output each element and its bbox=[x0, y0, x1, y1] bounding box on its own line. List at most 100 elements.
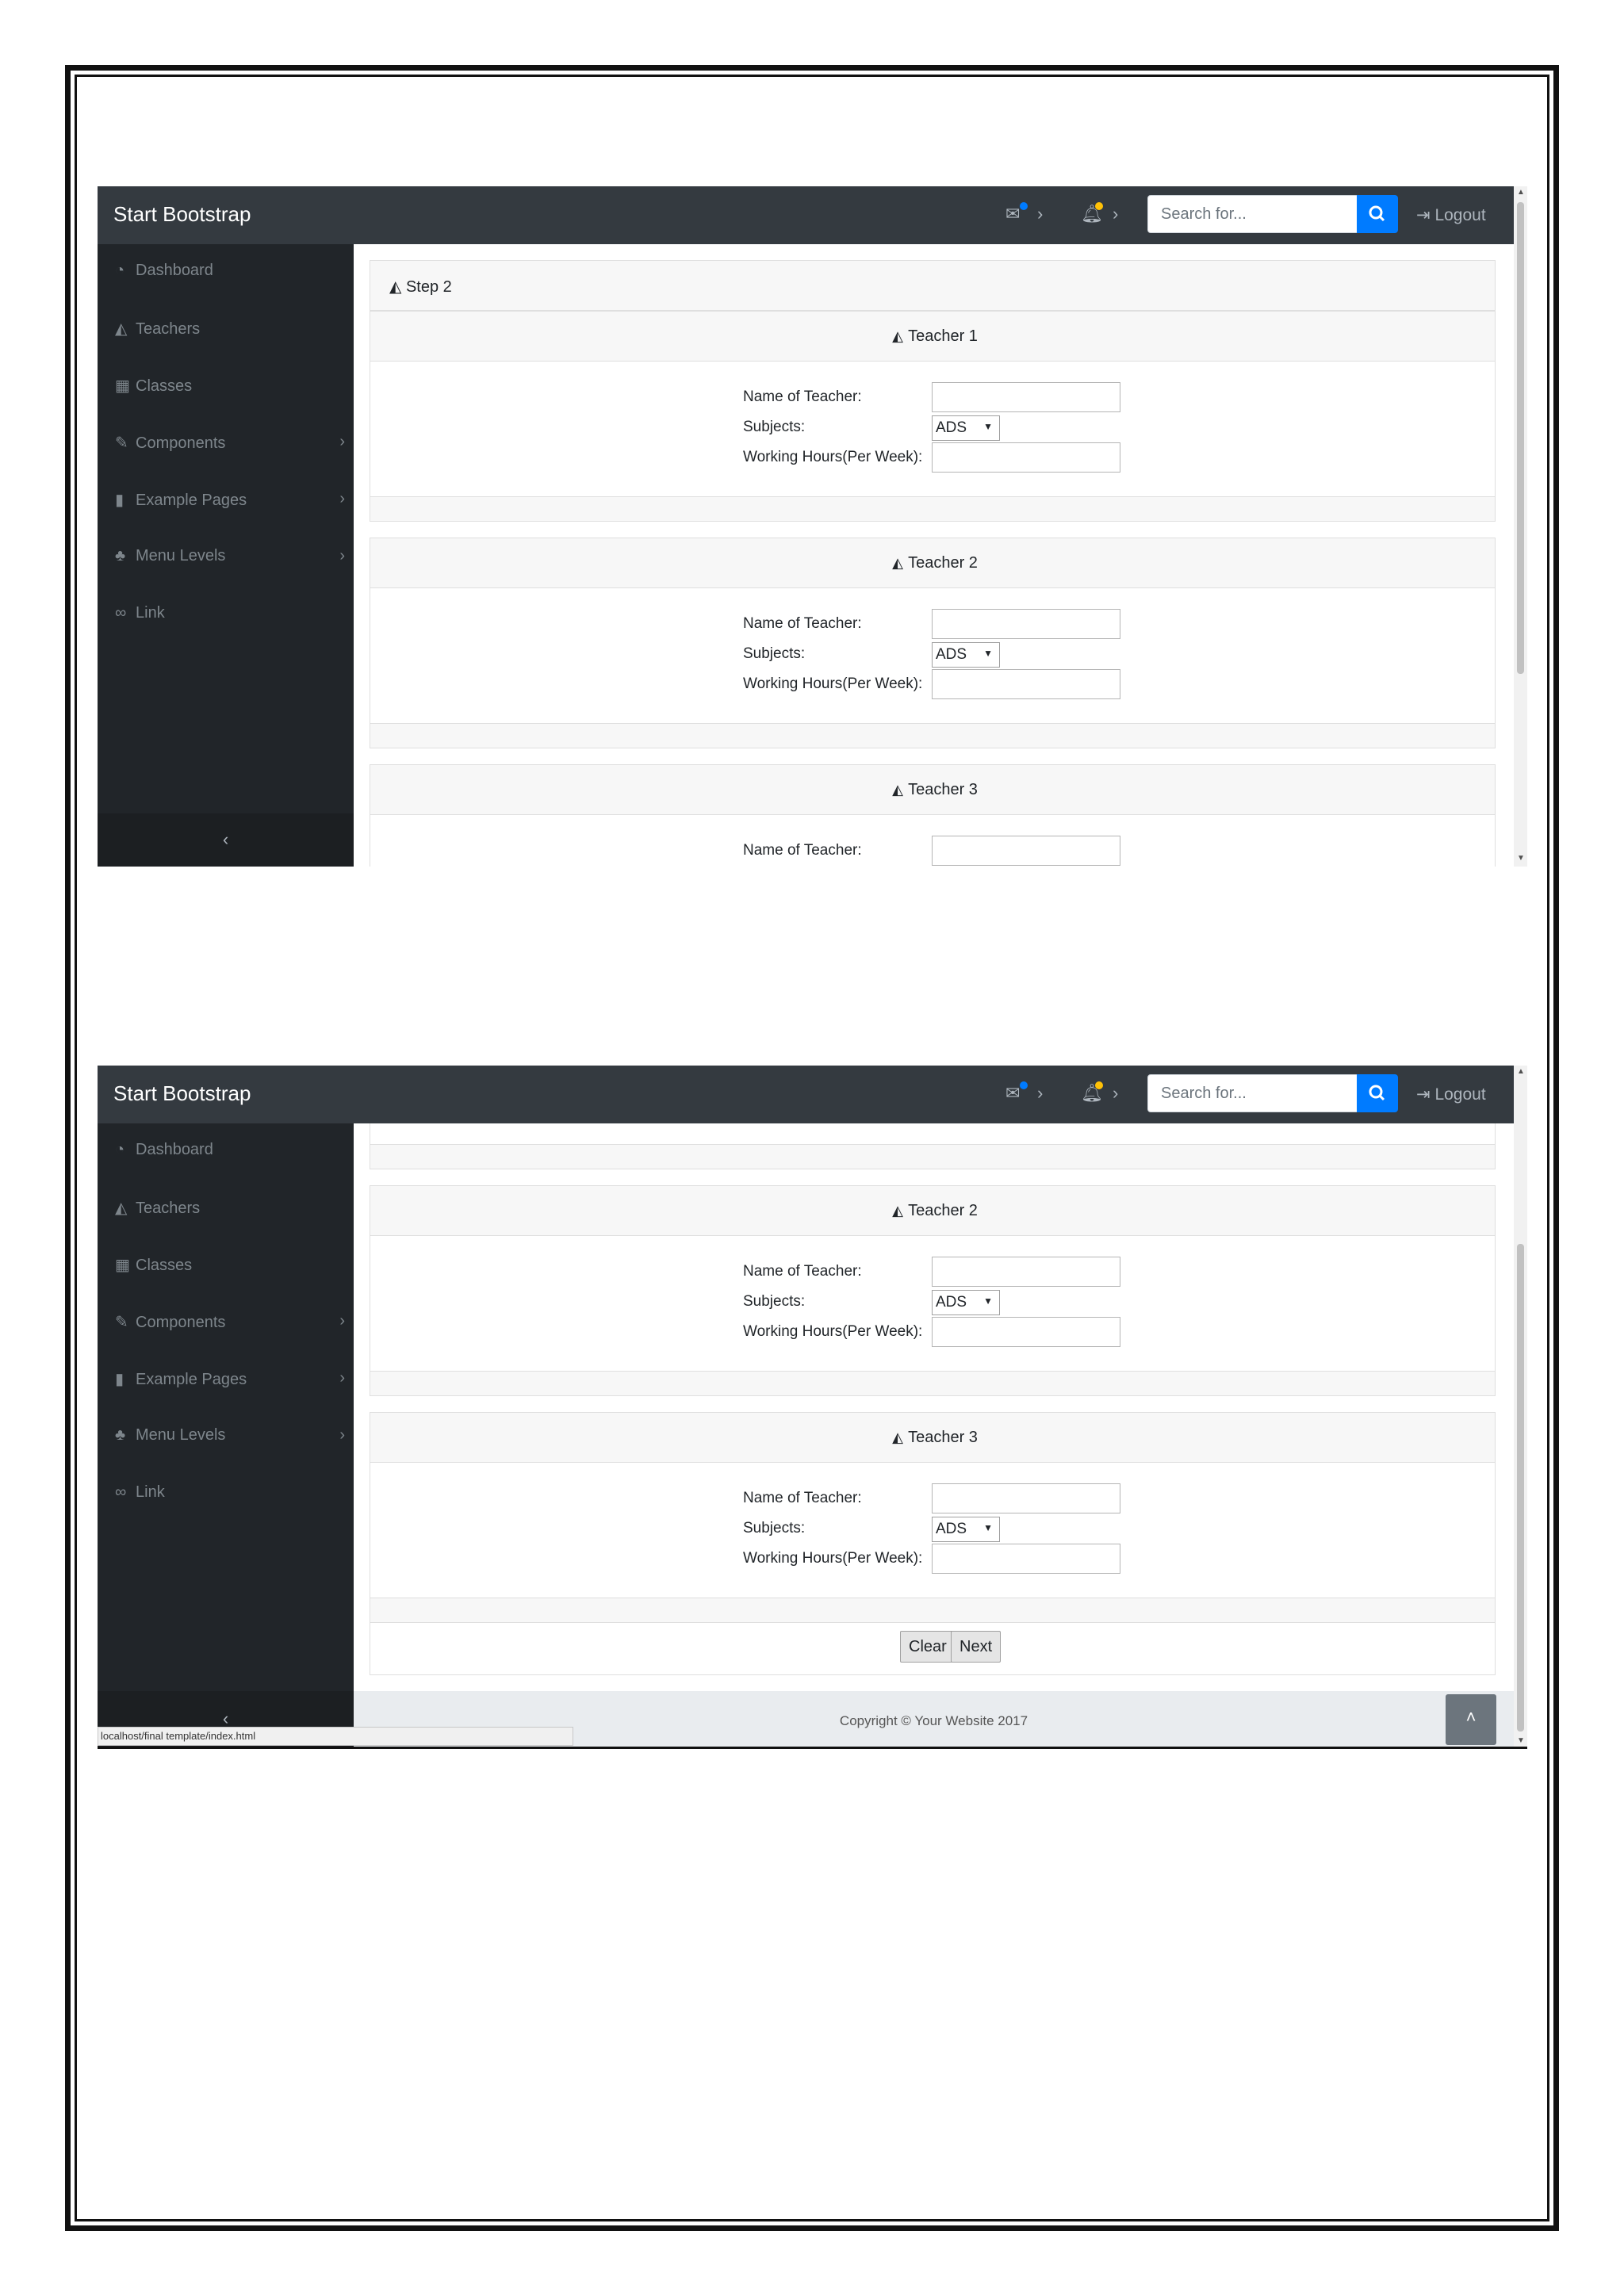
sign-out-icon: ⇥ bbox=[1416, 1085, 1435, 1104]
sidebar-item-classes[interactable]: ▦ Classes bbox=[115, 1255, 345, 1279]
page-scrollbar[interactable]: ▲ ▼ bbox=[1514, 186, 1527, 867]
scrollbar-thumb[interactable] bbox=[1517, 202, 1524, 674]
sidebar-item-label: Dashboard bbox=[136, 262, 213, 279]
working-hours-input[interactable] bbox=[932, 442, 1120, 473]
sidebar-item-label: Example Pages bbox=[136, 1371, 247, 1388]
search-input[interactable]: Search for... bbox=[1147, 195, 1358, 233]
teacher-card-footer bbox=[370, 496, 1496, 522]
teacher-card-body bbox=[370, 1123, 1496, 1144]
sidebar-item-label: Link bbox=[136, 604, 165, 622]
subjects-label: Subjects: bbox=[743, 1293, 806, 1310]
sidebar-item-dashboard[interactable]: ◔ Dashboard bbox=[115, 1141, 345, 1165]
chevron-right-icon: › bbox=[1037, 204, 1044, 224]
teacher-card-title: Teacher 2 bbox=[908, 1202, 978, 1219]
sidebar-item-label: Components bbox=[136, 1314, 226, 1331]
scroll-down-arrow-icon[interactable]: ▼ bbox=[1517, 854, 1525, 863]
sidebar-item-link[interactable]: ∞ Link bbox=[115, 1483, 345, 1507]
name-label: Name of Teacher: bbox=[743, 842, 862, 859]
sidebar-item-components[interactable]: ✎ Components › bbox=[115, 1312, 345, 1336]
dashboard-icon: ◔ bbox=[115, 262, 125, 279]
navbar-brand[interactable]: Start Bootstrap bbox=[113, 1081, 251, 1106]
sidebar-item-link[interactable]: ∞ Link bbox=[115, 604, 345, 628]
teacher-name-input[interactable] bbox=[932, 609, 1120, 639]
sidebar-item-example-pages[interactable]: ▮ Example Pages › bbox=[115, 490, 345, 514]
chevron-right-icon: › bbox=[339, 1369, 345, 1387]
teacher-card-body: Name of Teacher: Subjects: ADS ▼ Working … bbox=[370, 588, 1496, 723]
chevron-right-icon: › bbox=[339, 1312, 345, 1330]
subjects-select[interactable]: ADS ▼ bbox=[932, 1517, 1000, 1542]
teacher-name-input[interactable] bbox=[932, 382, 1120, 412]
subjects-label: Subjects: bbox=[743, 419, 806, 435]
search-button[interactable] bbox=[1357, 195, 1398, 233]
hours-label: Working Hours(Per Week): bbox=[743, 1323, 923, 1340]
scrollbar-thumb[interactable] bbox=[1517, 1244, 1524, 1732]
sidebar-item-components[interactable]: ✎ Components › bbox=[115, 433, 345, 457]
chevron-right-icon: › bbox=[1113, 1083, 1119, 1103]
alerts-dropdown[interactable]: 🔔︎ › bbox=[1081, 1081, 1127, 1107]
sidebar-item-menu-levels[interactable]: ♣ Menu Levels › bbox=[115, 1426, 345, 1450]
sidebar-item-menu-levels[interactable]: ♣ Menu Levels › bbox=[115, 547, 345, 571]
message-indicator-dot bbox=[1020, 1081, 1028, 1089]
teacher-card-header: ◭ Teacher 1 bbox=[370, 311, 1496, 362]
teacher-card-title: Teacher 1 bbox=[908, 327, 978, 345]
teacher-card-header: ◭ Teacher 2 bbox=[370, 1185, 1496, 1236]
scroll-down-arrow-icon[interactable]: ▼ bbox=[1517, 1736, 1525, 1745]
teacher-card-header: ◭ Teacher 2 bbox=[370, 538, 1496, 588]
sidebar-item-example-pages[interactable]: ▮ Example Pages › bbox=[115, 1369, 345, 1393]
chevron-right-icon: › bbox=[339, 490, 345, 507]
status-bar-url: localhost/final template/index.html bbox=[98, 1727, 573, 1746]
link-icon: ∞ bbox=[115, 604, 127, 622]
scroll-up-arrow-icon[interactable]: ▲ bbox=[1517, 188, 1525, 197]
working-hours-input[interactable] bbox=[932, 1544, 1120, 1574]
subjects-select-value: ADS bbox=[936, 1521, 967, 1537]
dashboard-icon: ◔ bbox=[115, 1141, 125, 1158]
sidebar-item-dashboard[interactable]: ◔ Dashboard bbox=[115, 262, 345, 285]
chevron-right-icon: › bbox=[339, 1426, 345, 1444]
subjects-select-value: ADS bbox=[936, 646, 967, 663]
subjects-select-value: ADS bbox=[936, 419, 967, 436]
sidebar-item-teachers[interactable]: ◭ Teachers bbox=[115, 1198, 345, 1222]
working-hours-input[interactable] bbox=[932, 1317, 1120, 1347]
caret-down-icon: ▼ bbox=[983, 1295, 993, 1307]
sidebar-item-label: Menu Levels bbox=[136, 547, 226, 564]
step-header: ◭ Step 2 bbox=[370, 260, 1496, 311]
next-button[interactable]: Next bbox=[951, 1631, 1002, 1663]
scroll-up-arrow-icon[interactable]: ▲ bbox=[1517, 1067, 1525, 1076]
logout-link[interactable]: ⇥ Logout bbox=[1416, 205, 1486, 225]
alert-indicator-dot bbox=[1095, 202, 1103, 210]
file-icon: ▮ bbox=[115, 1371, 124, 1388]
name-label: Name of Teacher: bbox=[743, 1263, 862, 1280]
area-chart-icon: ◭ bbox=[892, 1429, 903, 1445]
alerts-dropdown[interactable]: 🔔︎ › bbox=[1081, 202, 1127, 228]
messages-dropdown[interactable]: ✉ › bbox=[1005, 1081, 1051, 1107]
search-input[interactable]: Search for... bbox=[1147, 1074, 1358, 1112]
navbar-brand[interactable]: Start Bootstrap bbox=[113, 202, 251, 227]
area-chart-icon: ◭ bbox=[115, 1200, 128, 1217]
logout-label: Logout bbox=[1434, 206, 1486, 224]
sidebar-toggle-button[interactable]: ‹ bbox=[98, 813, 354, 867]
logout-link[interactable]: ⇥ Logout bbox=[1416, 1085, 1486, 1104]
sidebar: ◔ Dashboard ◭ Teachers ▦ Classes ✎ Component… bbox=[98, 244, 354, 867]
top-navbar: Start Bootstrap ✉ › 🔔︎ › Search for... ⇥… bbox=[98, 186, 1514, 244]
teacher-name-input[interactable] bbox=[932, 836, 1120, 866]
area-chart-icon: ◭ bbox=[892, 328, 903, 344]
teacher-name-input[interactable] bbox=[932, 1483, 1120, 1513]
sidebar-item-classes[interactable]: ▦ Classes bbox=[115, 376, 345, 400]
subjects-select[interactable]: ADS ▼ bbox=[932, 415, 1000, 441]
sign-out-icon: ⇥ bbox=[1416, 206, 1435, 224]
teacher-name-input[interactable] bbox=[932, 1257, 1120, 1287]
chevron-right-icon: › bbox=[339, 547, 345, 564]
top-navbar: Start Bootstrap ✉ › 🔔︎ › Search for... ⇥… bbox=[98, 1066, 1514, 1123]
sidebar-item-teachers[interactable]: ◭ Teachers bbox=[115, 319, 345, 342]
page-scrollbar[interactable]: ▲ ▼ bbox=[1514, 1066, 1527, 1747]
search-button[interactable] bbox=[1357, 1074, 1398, 1112]
clear-button[interactable]: Clear bbox=[900, 1631, 956, 1663]
subjects-select[interactable]: ADS ▼ bbox=[932, 642, 1000, 668]
sitemap-icon: ♣ bbox=[115, 547, 126, 564]
working-hours-input[interactable] bbox=[932, 669, 1120, 699]
file-icon: ▮ bbox=[115, 492, 124, 509]
subjects-select[interactable]: ADS ▼ bbox=[932, 1290, 1000, 1315]
area-chart-icon: ◭ bbox=[389, 278, 406, 296]
scroll-to-top-button[interactable]: ˄ bbox=[1446, 1694, 1496, 1745]
messages-dropdown[interactable]: ✉ › bbox=[1005, 202, 1051, 228]
